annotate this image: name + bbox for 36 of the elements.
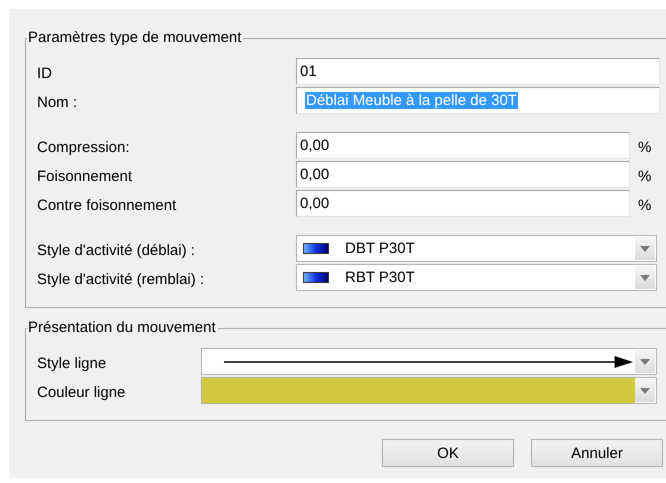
field-label: Style ligne <box>37 354 108 372</box>
field-label: Contre foisonnement <box>37 196 178 214</box>
number-field[interactable]: 0,00 <box>296 132 630 159</box>
field-label: Couleur ligne <box>37 383 126 401</box>
text-field[interactable]: 01 <box>296 58 660 85</box>
arrow-line-icon <box>224 356 633 368</box>
field-label: Compression: <box>37 138 131 156</box>
caret-icon <box>640 358 650 364</box>
group-title: Paramètres type de mouvement <box>27 29 242 47</box>
field-label: ID <box>37 64 53 82</box>
field-label: Style d'activité (remblai) : <box>37 270 206 288</box>
field-label: Foisonnement <box>37 167 134 185</box>
dropdown-button[interactable] <box>635 379 655 402</box>
field-label: Nom : <box>37 93 78 111</box>
caret-icon <box>640 388 650 394</box>
caret-icon <box>640 246 650 252</box>
field-label: Style d'activité (déblai) : <box>37 241 196 259</box>
dialog-button[interactable]: Annuler <box>531 439 663 467</box>
unit-label: % <box>638 167 652 185</box>
field-value: 01 <box>300 63 317 80</box>
number-field[interactable]: 0,00 <box>296 190 630 217</box>
unit-label: % <box>638 138 652 156</box>
group-title: Présentation du mouvement <box>27 319 217 337</box>
dropdown-button[interactable] <box>635 266 655 289</box>
dropdown-button[interactable] <box>635 350 655 373</box>
selected-text: Déblai Meuble à la pelle de 30T <box>305 92 518 109</box>
dialog-button[interactable]: OK <box>382 439 514 467</box>
swatch-icon <box>303 243 329 254</box>
caret-icon <box>640 274 650 280</box>
dropdown-button[interactable] <box>635 237 655 260</box>
unit-label: % <box>638 196 652 214</box>
style-dropdown[interactable]: RBT P30T <box>296 264 657 291</box>
line-style-dropdown[interactable] <box>201 348 657 375</box>
swatch-icon <box>303 272 329 283</box>
number-field[interactable]: 0,00 <box>296 161 630 188</box>
style-dropdown[interactable]: DBT P30T <box>296 235 657 262</box>
